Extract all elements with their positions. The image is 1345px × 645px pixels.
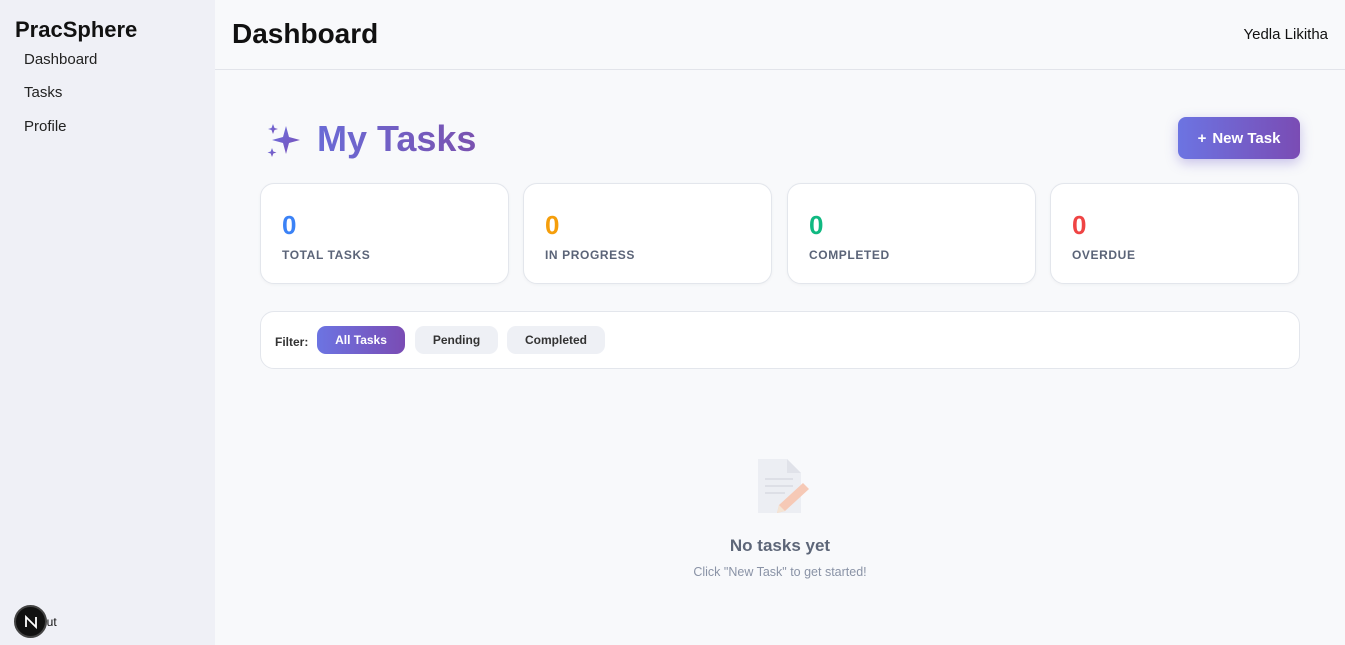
memo-icon	[758, 459, 809, 513]
sidebar-item-tasks[interactable]: Tasks	[24, 84, 62, 101]
n-letter-icon	[24, 614, 37, 629]
tasks-header: My Tasks	[262, 118, 1300, 162]
plus-icon: +	[1197, 129, 1207, 147]
new-task-label: New Task	[1212, 129, 1281, 147]
stat-value: 0	[809, 210, 824, 240]
sidebar-item-dashboard[interactable]: Dashboard	[24, 51, 97, 68]
stat-value: 0	[545, 210, 560, 240]
new-task-button[interactable]: + New Task	[1178, 117, 1300, 159]
sidebar: PracSphere Dashboard Tasks Profile out	[0, 0, 215, 645]
filter-pending[interactable]: Pending	[415, 326, 498, 354]
filter-bar: Filter: All Tasks Pending Completed	[260, 311, 1300, 369]
filter-completed[interactable]: Completed	[507, 326, 605, 354]
stat-label: IN PROGRESS	[545, 248, 635, 262]
filter-label: Filter:	[275, 335, 309, 349]
stat-card-in-progress: 0 IN PROGRESS	[523, 183, 772, 284]
sidebar-item-profile[interactable]: Profile	[24, 118, 67, 135]
filter-all-tasks[interactable]: All Tasks	[317, 326, 405, 354]
stat-label: TOTAL TASKS	[282, 248, 371, 262]
empty-state-title: No tasks yet	[729, 536, 831, 555]
stat-value: 0	[1072, 210, 1087, 240]
stat-card-completed: 0 COMPLETED	[787, 183, 1036, 284]
brand-logo: PracSphere	[15, 17, 138, 42]
top-bar: Dashboard Yedla Likitha	[215, 0, 1345, 70]
empty-state-subtitle: Click "New Task" to get started!	[693, 565, 867, 579]
stat-label: COMPLETED	[809, 248, 890, 262]
stat-card-total: 0 TOTAL TASKS	[260, 183, 509, 284]
nextjs-badge-icon[interactable]	[14, 605, 47, 638]
stat-value: 0	[282, 210, 297, 240]
stat-card-overdue: 0 OVERDUE	[1050, 183, 1299, 284]
user-name[interactable]: Yedla Likitha	[1243, 26, 1328, 43]
sparkle-icon	[267, 124, 300, 157]
stat-label: OVERDUE	[1072, 248, 1136, 262]
page-title: Dashboard	[232, 18, 379, 49]
tasks-heading: My Tasks	[317, 118, 477, 159]
